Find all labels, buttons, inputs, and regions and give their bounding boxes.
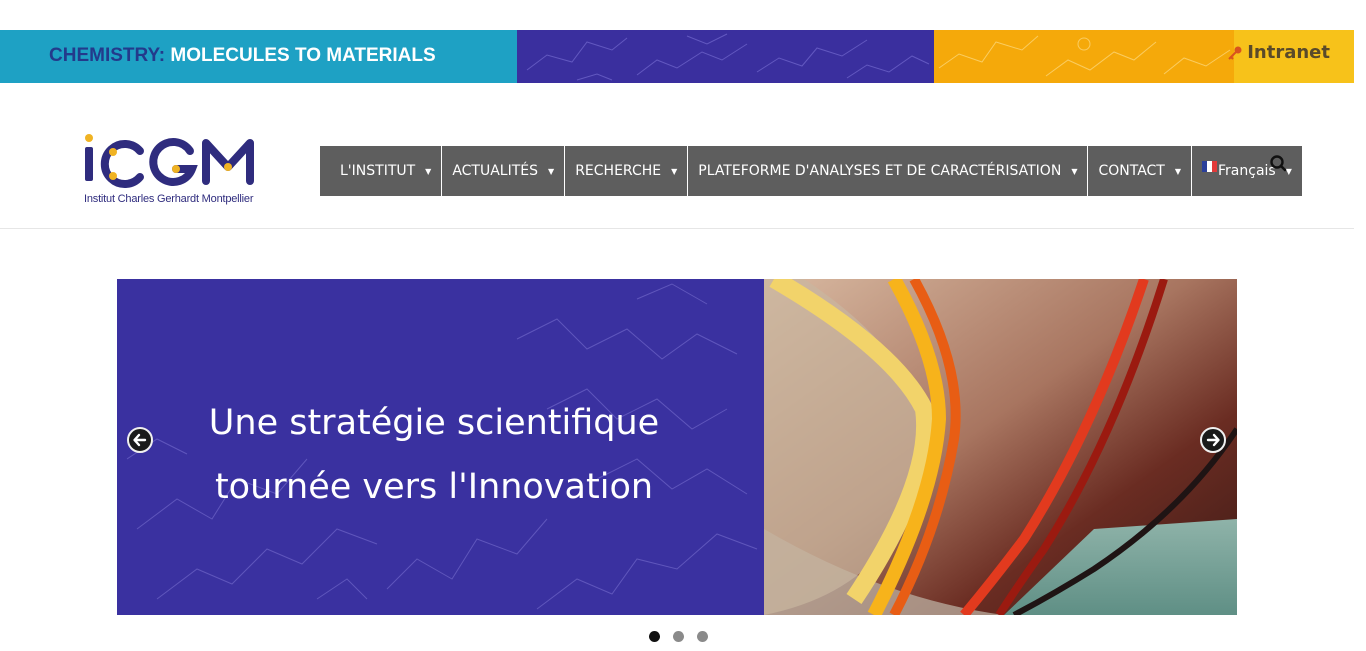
banner-tagline: CHEMISTRY: MOLECULES TO MATERIALS [49,45,436,67]
slide-headline-line-2: tournée vers l'Innovation [214,467,654,507]
top-banner: CHEMISTRY: MOLECULES TO MATERIALS Intran… [0,30,1354,83]
molecule-pattern [526,33,930,81]
molecule-pattern-orange [938,35,1231,77]
nav-item-actualites[interactable]: ACTUALITÉS ▼ [442,146,565,196]
slide-text-panel: Une stratégie scientifique tournée vers … [117,279,764,615]
key-icon [1228,46,1242,60]
intranet-link[interactable]: Intranet [1227,42,1330,63]
nav-item-label: ACTUALITÉS [452,163,539,179]
slide-headline-line-1: Une stratégie scientifique [208,403,660,443]
polymer-photo [764,279,1237,615]
caret-down-icon: ▼ [1071,166,1078,176]
nav-item-recherche[interactable]: RECHERCHE ▼ [565,146,688,196]
tagline-prefix: CHEMISTRY: [49,45,166,66]
slider-next-button[interactable] [1200,427,1226,453]
slider-pagination [649,631,708,642]
intranet-label: Intranet [1247,42,1330,63]
hero-slider: Une stratégie scientifique tournée vers … [117,279,1237,615]
slider-prev-button[interactable] [127,427,153,453]
slide-headline: Une stratégie scientifique tournée vers … [117,391,751,519]
nav-item-label: L'INSTITUT [340,163,416,179]
slider-dot-1[interactable] [649,631,660,642]
arrow-right-icon [1206,433,1220,447]
nav-item-label: RECHERCHE [575,163,662,179]
tagline-text: MOLECULES TO MATERIALS [165,45,436,66]
nav-item-contact[interactable]: CONTACT ▼ [1088,146,1192,196]
search-icon [1270,155,1287,172]
slider-dot-3[interactable] [697,631,708,642]
main-nav: L'INSTITUT ▼ ACTUALITÉS ▼ RECHERCHE ▼ PLATE… [320,146,1303,196]
logo-subtitle: Institut Charles Gerhardt Montpellier [84,193,254,205]
caret-down-icon: ▼ [1174,166,1182,176]
nav-item-label: PLATEFORME D'ANALYSES ET DE CARACTÉRISAT… [698,163,1062,179]
banner-orange-segment [934,30,1234,83]
icgm-logo[interactable]: Institut Charles Gerhardt Montpellier [82,133,256,209]
french-flag-icon [1202,160,1218,172]
search-button[interactable] [1268,153,1290,175]
banner-teal-segment: CHEMISTRY: MOLECULES TO MATERIALS [0,30,517,83]
nav-item-label: CONTACT [1098,163,1165,179]
icgm-logo-mark [85,134,254,188]
nav-item-plateforme[interactable]: PLATEFORME D'ANALYSES ET DE CARACTÉRISAT… [688,146,1088,196]
caret-down-icon: ▼ [425,166,432,176]
slider-dot-2[interactable] [673,631,684,642]
arrow-left-icon [133,433,147,447]
banner-indigo-segment [517,30,934,83]
site-header: Institut Charles Gerhardt Montpellier L'… [0,83,1354,229]
nav-item-institut[interactable]: L'INSTITUT ▼ [320,146,442,196]
caret-down-icon: ▼ [548,166,555,176]
slide-photo-panel [764,279,1237,615]
caret-down-icon: ▼ [671,166,678,176]
